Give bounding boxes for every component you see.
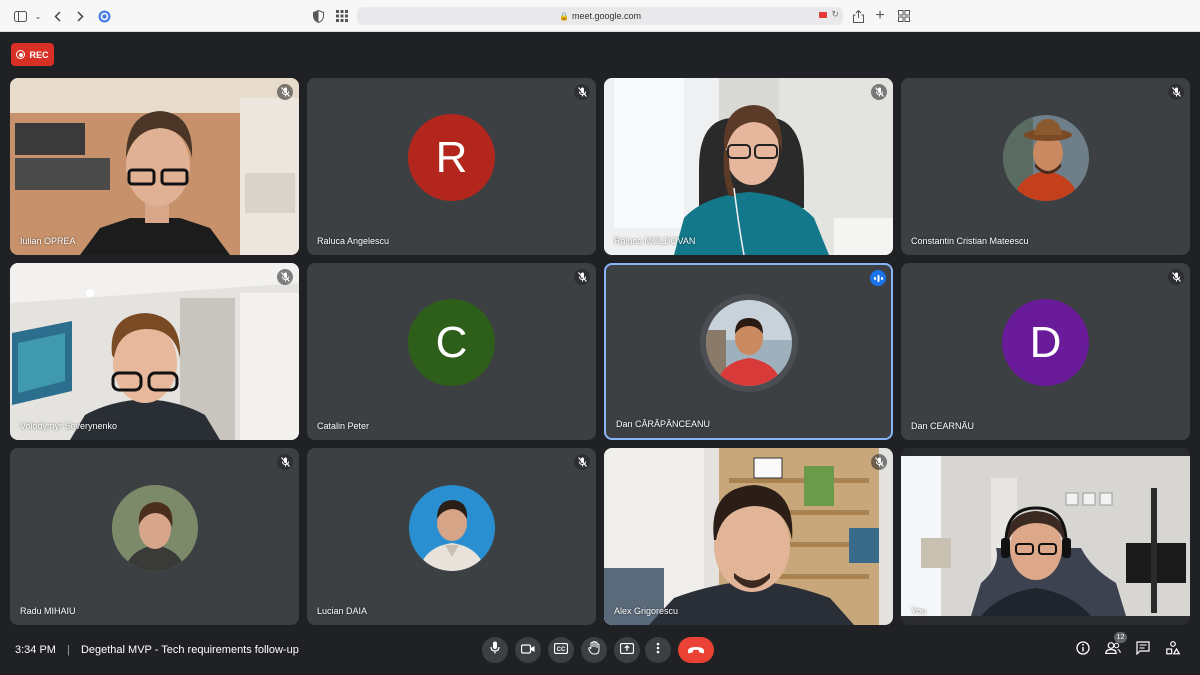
chevron-down-icon[interactable]: ⌄ xyxy=(30,8,46,24)
participant-tile[interactable]: Radu MIHAIU xyxy=(10,448,299,625)
chat-button[interactable] xyxy=(1134,640,1152,660)
participant-video xyxy=(604,448,893,625)
participant-video xyxy=(10,263,299,440)
participant-name: Alex Grigorescu xyxy=(614,606,679,616)
more-options-button[interactable] xyxy=(645,637,671,663)
reload-icon[interactable]: ↻ xyxy=(831,9,839,20)
participant-tile[interactable]: Volodymyr Severynenko xyxy=(10,263,299,440)
participant-name: You xyxy=(911,606,927,616)
avatar-letter: D xyxy=(1029,317,1062,367)
present-icon xyxy=(619,641,635,659)
participant-name: Dan CEARNĂU xyxy=(911,421,975,431)
activities-icon xyxy=(1166,640,1181,660)
participant-name: Radu MIHAIU xyxy=(20,606,76,616)
participant-name: Iulian OPREA xyxy=(20,236,76,246)
participant-video xyxy=(10,78,299,255)
forward-icon[interactable] xyxy=(72,8,88,24)
avatar-letter: C xyxy=(435,317,468,367)
participant-tile[interactable]: C Catalin Peter xyxy=(307,263,596,440)
end-call-icon xyxy=(687,641,705,659)
participant-avatar xyxy=(1002,114,1089,201)
tab-grid-icon[interactable] xyxy=(896,8,912,24)
participant-count-badge: 12 xyxy=(1114,632,1127,643)
muted-mic-icon xyxy=(277,454,293,470)
meeting-info: 3:34 PM | Degethal MVP - Tech requiremen… xyxy=(15,644,299,656)
participant-name: Volodymyr Severynenko xyxy=(20,421,118,431)
participant-avatar: D xyxy=(1002,299,1089,387)
speaking-indicator-icon xyxy=(870,270,886,286)
participant-video xyxy=(604,78,893,255)
participant-name: Dan CĂRĂPÂNCEANU xyxy=(616,419,711,429)
muted-mic-icon xyxy=(574,84,590,100)
captions-button[interactable]: CC xyxy=(548,637,574,663)
raise-hand-icon xyxy=(588,640,600,660)
participant-avatar xyxy=(699,293,798,392)
participant-tile[interactable]: Iulian OPREA xyxy=(10,78,299,255)
muted-mic-icon xyxy=(574,454,590,470)
participant-avatar xyxy=(408,484,495,571)
share-icon[interactable] xyxy=(850,8,866,24)
participant-tile[interactable]: Constantin Cristian Mateescu xyxy=(901,78,1190,255)
present-button[interactable] xyxy=(614,637,640,663)
participant-avatar: R xyxy=(408,114,495,202)
participant-name: Lucian DAIA xyxy=(317,606,368,616)
participant-tile[interactable]: Raluca MOLDOVAN xyxy=(604,78,893,255)
participant-tile[interactable]: Lucian DAIA xyxy=(307,448,596,625)
camera-button[interactable] xyxy=(515,637,541,663)
participant-tile[interactable]: R Raluca Angelescu xyxy=(307,78,596,255)
microphone-button[interactable] xyxy=(482,637,508,663)
muted-mic-icon xyxy=(277,84,293,100)
participant-tile-active-speaker[interactable]: Dan CĂRĂPÂNCEANU xyxy=(604,263,893,440)
meeting-title: Degethal MVP - Tech requirements follow-… xyxy=(80,644,299,656)
avatar-letter: R xyxy=(435,132,468,182)
sidebar-toggle-icon[interactable] xyxy=(12,8,28,24)
muted-mic-icon xyxy=(574,269,590,285)
muted-mic-icon xyxy=(1168,84,1184,100)
leave-call-button[interactable] xyxy=(678,637,714,663)
camera-icon xyxy=(520,641,535,659)
separator: | xyxy=(67,644,70,656)
back-icon[interactable] xyxy=(50,8,66,24)
more-icon xyxy=(656,641,660,659)
activities-button[interactable] xyxy=(1164,640,1182,660)
svg-text:CC: CC xyxy=(557,647,566,653)
info-icon xyxy=(1076,640,1090,660)
muted-mic-icon xyxy=(1168,269,1184,285)
participant-name: Catalin Peter xyxy=(317,421,370,431)
muted-mic-icon xyxy=(871,454,887,470)
recording-indicator[interactable]: REC xyxy=(11,43,54,66)
muted-mic-icon xyxy=(277,269,293,285)
participant-avatar xyxy=(111,484,198,571)
browser-toolbar: ⌄ 🔒 meet.google.com ↻ + xyxy=(0,0,1200,32)
lock-icon: 🔒 xyxy=(558,11,569,21)
new-tab-icon[interactable]: + xyxy=(872,7,888,24)
privacy-shield-icon[interactable] xyxy=(310,8,326,24)
people-button[interactable] xyxy=(1104,641,1122,659)
recording-label: REC xyxy=(29,49,49,60)
chat-icon xyxy=(1136,640,1150,660)
participant-avatar: C xyxy=(408,299,495,387)
record-icon xyxy=(16,50,26,59)
participant-tile[interactable]: Alex Grigorescu xyxy=(604,448,893,625)
muted-mic-icon xyxy=(871,84,887,100)
mic-icon xyxy=(490,641,500,659)
tab-overview-icon[interactable] xyxy=(334,8,350,24)
meeting-details-button[interactable] xyxy=(1074,640,1092,660)
extension-icon[interactable] xyxy=(96,8,112,24)
participant-name: Raluca MOLDOVAN xyxy=(614,236,696,246)
camera-in-use-icon[interactable] xyxy=(819,12,827,18)
url-text: meet.google.com xyxy=(571,11,641,21)
participant-tile[interactable]: D Dan CEARNĂU xyxy=(901,263,1190,440)
participant-tile-self[interactable]: You xyxy=(901,448,1190,625)
self-video xyxy=(901,448,1190,625)
captions-icon: CC xyxy=(553,641,569,659)
raise-hand-button[interactable] xyxy=(581,637,607,663)
participant-name: Constantin Cristian Mateescu xyxy=(911,236,1029,246)
participant-name: Raluca Angelescu xyxy=(317,236,390,246)
meeting-time: 3:34 PM xyxy=(15,644,56,656)
people-icon xyxy=(1105,641,1121,659)
address-bar[interactable]: 🔒 meet.google.com ↻ xyxy=(357,7,843,25)
